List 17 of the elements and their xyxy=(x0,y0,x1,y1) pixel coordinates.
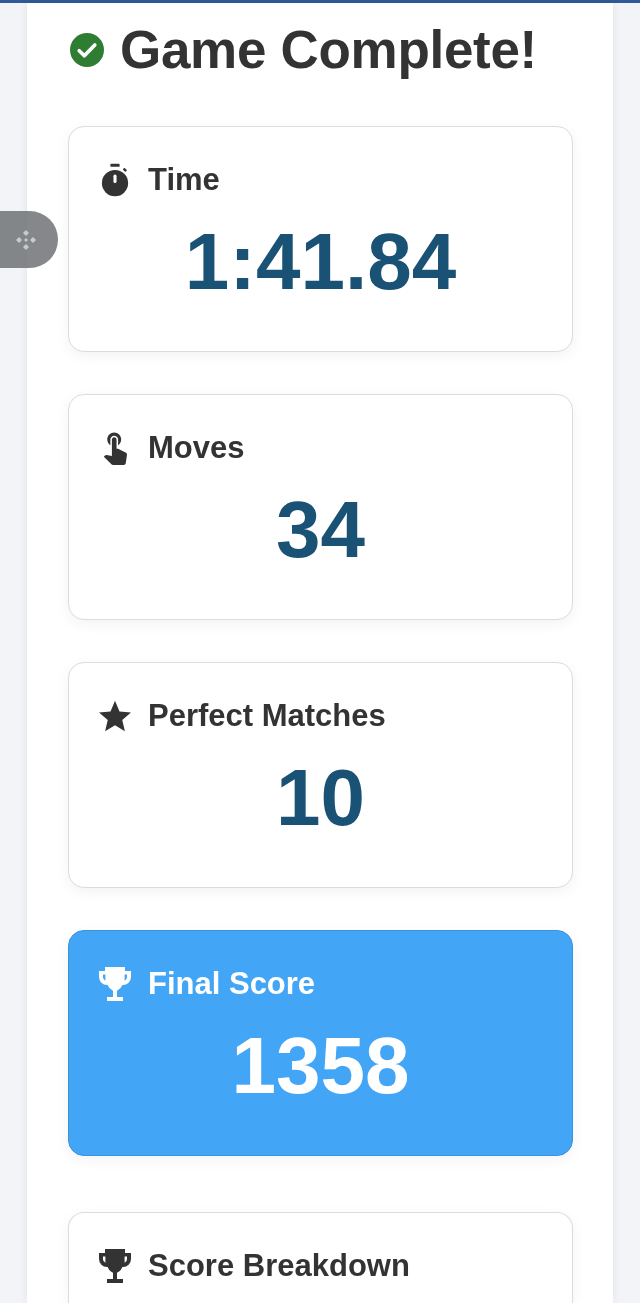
card-value: 34 xyxy=(275,485,366,575)
check-circle-icon xyxy=(70,33,104,67)
page-title: Game Complete! xyxy=(120,20,537,80)
card-label: Perfect Matches xyxy=(148,697,386,735)
diamond-cluster-icon xyxy=(15,228,37,251)
star-icon xyxy=(99,699,131,733)
stopwatch-icon xyxy=(99,163,131,197)
trophy-icon xyxy=(99,967,131,1001)
card-label: Time xyxy=(148,161,220,199)
trophy-icon xyxy=(99,1249,131,1283)
card-label: Final Score xyxy=(148,965,316,1003)
card-value: 10 xyxy=(275,753,366,843)
side-handle[interactable] xyxy=(0,211,58,268)
card-label: Score Breakdown xyxy=(148,1247,410,1285)
card-value: 1358 xyxy=(230,1021,411,1111)
card-label: Moves xyxy=(148,429,245,467)
card-value: 1:41.84 xyxy=(183,217,458,307)
